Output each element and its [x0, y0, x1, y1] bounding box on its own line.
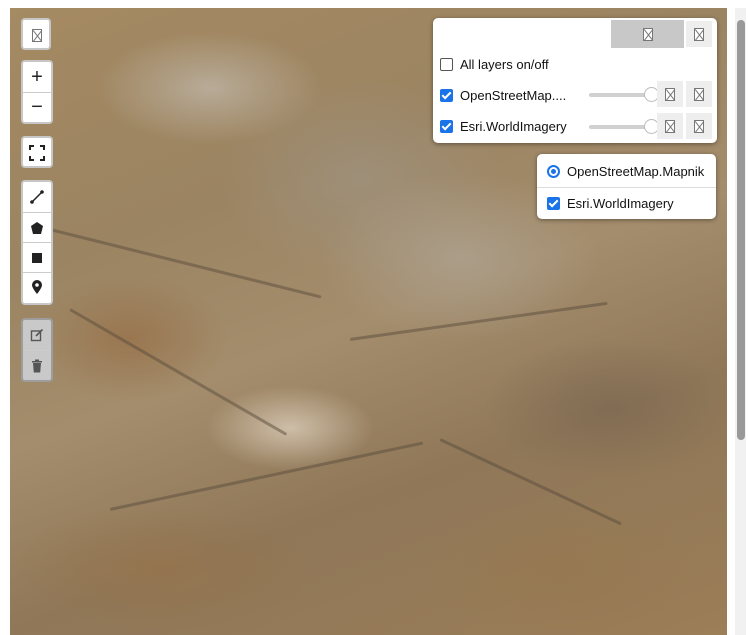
all-layers-toggle[interactable]: All layers on/off — [433, 57, 549, 72]
layer-checkbox[interactable] — [440, 89, 453, 102]
trash-icon[interactable] — [23, 350, 51, 380]
layer-action-button[interactable] — [657, 113, 683, 139]
broken-image-icon[interactable] — [23, 20, 51, 50]
fullscreen-icon[interactable] — [23, 138, 51, 168]
base-layer-switcher: OpenStreetMap.Mapnik Esri.WorldImagery — [537, 154, 716, 219]
layer-label: OpenStreetMap.... — [460, 88, 567, 103]
opacity-slider[interactable] — [589, 119, 659, 134]
fullscreen-control — [21, 136, 53, 168]
base-layer-option[interactable]: OpenStreetMap.Mapnik — [537, 164, 704, 179]
zoom-in-button[interactable]: + — [23, 62, 51, 92]
panel-close-button[interactable] — [686, 21, 712, 47]
base-layer-radio[interactable] — [547, 165, 560, 178]
draw-toolbar — [21, 180, 53, 305]
broken-image-icon — [694, 27, 704, 41]
opacity-slider[interactable] — [589, 87, 659, 102]
layer-control-panel: All layers on/off OpenStreetMap.... Esri… — [433, 18, 717, 143]
edit-icon[interactable] — [23, 320, 51, 350]
broken-image-icon — [694, 119, 704, 133]
layer-label: Esri.WorldImagery — [460, 119, 567, 134]
layer-action-button[interactable] — [686, 113, 712, 139]
scrollbar-thumb[interactable] — [737, 20, 745, 440]
marker-icon[interactable] — [23, 272, 51, 302]
overlay-checkbox[interactable] — [547, 197, 560, 210]
polygon-icon[interactable] — [23, 212, 51, 242]
layer-action-button[interactable] — [686, 81, 712, 107]
overlay-option[interactable]: Esri.WorldImagery — [540, 196, 674, 211]
broken-image-icon — [665, 87, 675, 101]
zoom-control: + − — [21, 60, 53, 124]
layer-checkbox[interactable] — [440, 120, 453, 133]
layer-action-button[interactable] — [657, 81, 683, 107]
layer-row-esri: Esri.WorldImagery — [433, 119, 567, 134]
overlay-label: Esri.WorldImagery — [567, 196, 674, 211]
edit-toolbar — [21, 318, 53, 382]
zoom-out-button[interactable]: − — [23, 92, 51, 122]
panel-header-button[interactable] — [611, 20, 684, 48]
all-layers-checkbox[interactable] — [440, 58, 453, 71]
layer-row-osm: OpenStreetMap.... — [433, 88, 566, 103]
rectangle-icon[interactable] — [23, 242, 51, 272]
polyline-icon[interactable] — [23, 182, 51, 212]
broken-image-icon — [642, 27, 653, 41]
base-layer-label: OpenStreetMap.Mapnik — [567, 164, 705, 179]
broken-image-icon — [665, 119, 675, 133]
all-layers-label: All layers on/off — [460, 57, 549, 72]
broken-image-icon — [694, 87, 704, 101]
divider — [537, 187, 716, 188]
top-control[interactable] — [21, 18, 51, 50]
